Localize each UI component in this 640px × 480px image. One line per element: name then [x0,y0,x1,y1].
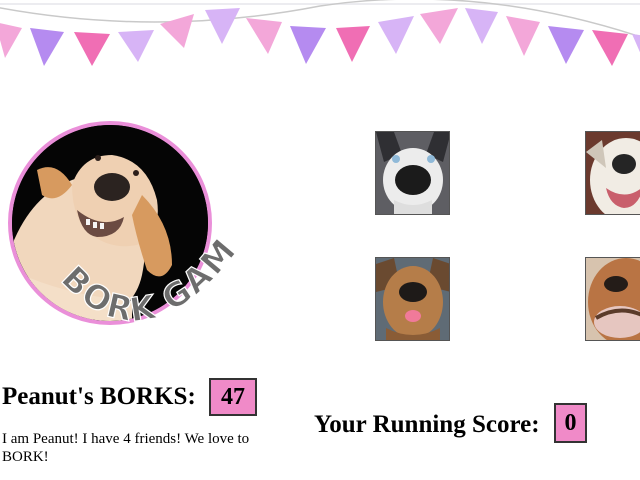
borks-count-box: 47 [209,378,257,416]
friend-dog-1[interactable] [375,131,450,215]
peanut-intro-text: I am Peanut! I have 4 friends! We love t… [2,431,250,465]
bork-game-logo: BORK GAME [40,230,245,330]
friend-dog-2[interactable] [585,131,640,215]
husky-dog-photo [376,132,449,214]
borks-label: Peanut's BORKS: [2,383,196,410]
running-score-label: Your Running Score: [314,411,540,438]
boxer-dog-photo [586,258,640,340]
friend-dog-4[interactable] [585,257,640,341]
brown-dog-tongue-photo [376,258,449,340]
party-bunting-decoration [0,0,640,70]
white-dog-photo [586,132,640,214]
friend-dog-3[interactable] [375,257,450,341]
running-score-box: 0 [554,403,587,443]
svg-text:BORK GAME: BORK GAME [40,230,245,330]
